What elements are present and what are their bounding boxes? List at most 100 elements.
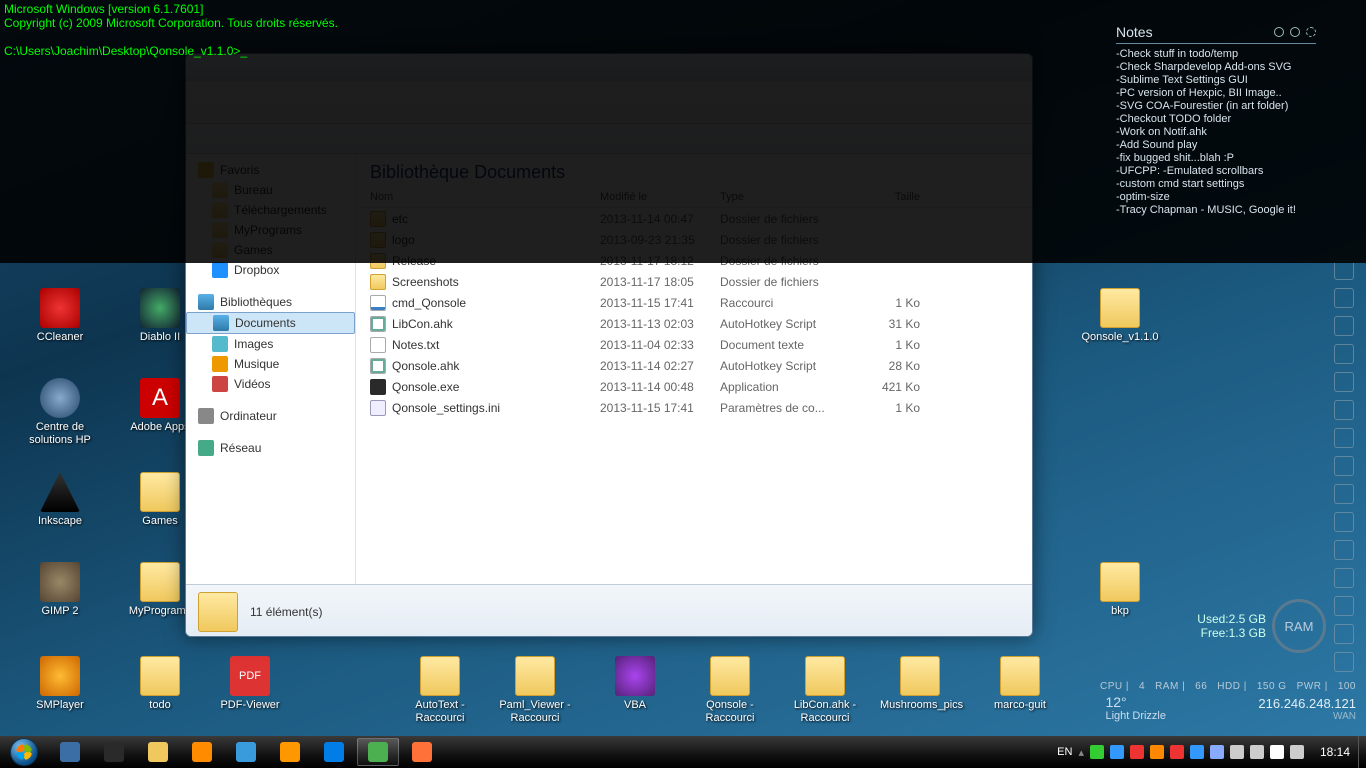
user-icon[interactable] xyxy=(1334,316,1354,336)
desktop-icon-ccleaner[interactable]: CCleaner xyxy=(20,288,100,344)
taskbar-pin-task-view[interactable] xyxy=(93,738,135,766)
file-type: Dossier de fichiers xyxy=(720,275,860,289)
app-icon[interactable] xyxy=(1334,568,1354,588)
tray-icon[interactable] xyxy=(1210,745,1224,759)
inkscape-icon xyxy=(40,472,80,512)
battery-icon[interactable] xyxy=(1290,745,1304,759)
notes-widget[interactable]: Notes -Check stuff in todo/temp-Check Sh… xyxy=(1116,24,1316,217)
nav-computer[interactable]: Ordinateur xyxy=(186,406,355,426)
vba-icon xyxy=(615,656,655,696)
desktop-icon-mushrooms[interactable]: Mushrooms_pics xyxy=(880,656,960,712)
file-row[interactable]: Qonsole.exe2013-11-14 00:48Application42… xyxy=(356,376,1032,397)
taskbar-clock[interactable]: 18:14 xyxy=(1312,745,1358,759)
file-row[interactable]: cmd_Qonsole2013-11-15 17:41Raccourci1 Ko xyxy=(356,292,1032,313)
settings-icon[interactable] xyxy=(1334,288,1354,308)
taskbar-pin-explorer[interactable] xyxy=(137,738,179,766)
desktop-icon-qonsole-shortcut[interactable]: Qonsole - Raccourci xyxy=(690,656,770,725)
file-row[interactable]: Qonsole_settings.ini2013-11-15 17:41Para… xyxy=(356,397,1032,418)
system-tray[interactable]: EN ▴ xyxy=(1049,745,1312,759)
notes-line: -Check Sharpdevelop Add-ons SVG xyxy=(1116,61,1316,74)
network-icon[interactable] xyxy=(1230,745,1244,759)
desktop-icon-smplayer[interactable]: SMPlayer xyxy=(20,656,100,712)
desktop-icon-paml[interactable]: Paml_Viewer - Raccourci xyxy=(495,656,575,725)
desktop-icon-autotext[interactable]: AutoText - Raccourci xyxy=(400,656,480,725)
weather-widget: 12° Light Drizzle xyxy=(1105,694,1166,722)
start-button[interactable] xyxy=(0,736,48,768)
app-icon[interactable] xyxy=(1334,540,1354,560)
app-icon[interactable] xyxy=(1334,596,1354,616)
nav-documents[interactable]: Documents xyxy=(186,312,355,334)
nav-network[interactable]: Réseau xyxy=(186,438,355,458)
nav-images[interactable]: Images xyxy=(186,334,355,354)
volume-icon[interactable] xyxy=(1250,745,1264,759)
taskbar-pin-itunes[interactable] xyxy=(225,738,267,766)
tray-icon[interactable] xyxy=(1110,745,1124,759)
circle-icon[interactable] xyxy=(1274,27,1284,37)
desktop-icon-vba[interactable]: VBA xyxy=(595,656,675,712)
file-type: Paramètres de co... xyxy=(720,401,860,415)
file-row[interactable]: Qonsole.ahk2013-11-14 02:27AutoHotkey Sc… xyxy=(356,355,1032,376)
tray-icon[interactable] xyxy=(1170,745,1184,759)
nav-music[interactable]: Musique xyxy=(186,354,355,374)
sublime-icon xyxy=(280,742,300,762)
desktop-icon-inkscape[interactable]: Inkscape xyxy=(20,472,100,528)
file-date: 2013-11-17 18:05 xyxy=(600,275,720,289)
tray-icon[interactable] xyxy=(1090,745,1104,759)
app-icon[interactable] xyxy=(1334,428,1354,448)
notes-controls[interactable] xyxy=(1274,27,1316,37)
desktop-icon-bkp[interactable]: bkp xyxy=(1080,562,1160,618)
language-indicator[interactable]: EN xyxy=(1057,746,1072,758)
show-desktop-button[interactable] xyxy=(1358,736,1366,768)
nav-videos[interactable]: Vidéos xyxy=(186,374,355,394)
tray-icon[interactable] xyxy=(1150,745,1164,759)
action-center-icon[interactable] xyxy=(1270,745,1284,759)
taskbar-pin-firefox[interactable] xyxy=(401,738,443,766)
file-row[interactable]: LibCon.ahk2013-11-13 02:03AutoHotkey Scr… xyxy=(356,313,1032,334)
gear-icon[interactable] xyxy=(1306,27,1316,37)
ram-widget: Used:2.5 GB Free:1.3 GB RAM xyxy=(1197,599,1326,653)
app-icon[interactable] xyxy=(1334,372,1354,392)
app-icon[interactable] xyxy=(1334,624,1354,644)
trash-icon[interactable] xyxy=(1334,652,1354,672)
tray-expand-icon[interactable]: ▴ xyxy=(1078,746,1084,759)
desktop-icon-gimp[interactable]: GIMP 2 xyxy=(20,562,100,618)
folder-icon xyxy=(900,656,940,696)
notes-line: -Add Sound play xyxy=(1116,139,1316,152)
taskbar-pin-dropbox[interactable] xyxy=(313,738,355,766)
app-icon[interactable] xyxy=(1334,456,1354,476)
file-name: Qonsole.ahk xyxy=(392,359,459,373)
taskbar-pin-show-desktop[interactable] xyxy=(49,738,91,766)
desktop-icon-marco[interactable]: marco-guit xyxy=(980,656,1060,712)
taskbar-pin-chrome[interactable] xyxy=(357,738,399,766)
notes-line: -fix bugged shit...blah :P xyxy=(1116,152,1316,165)
file-type: Application xyxy=(720,380,860,394)
circle-icon[interactable] xyxy=(1290,27,1300,37)
app-icon[interactable] xyxy=(1334,512,1354,532)
file-row[interactable]: Screenshots2013-11-17 18:05Dossier de fi… xyxy=(356,271,1032,292)
ram-ring-icon: RAM xyxy=(1272,599,1326,653)
desktop-icon-qonsole-folder[interactable]: Qonsole_v1.1.0 xyxy=(1080,288,1160,344)
app-icon[interactable] xyxy=(1334,400,1354,420)
notes-line: -Check stuff in todo/temp xyxy=(1116,48,1316,61)
rainmeter-sidebar[interactable] xyxy=(1334,260,1360,672)
taskbar[interactable]: EN ▴ 18:14 xyxy=(0,736,1366,768)
file-size: 28 Ko xyxy=(860,359,920,373)
taskbar-pin-sublime[interactable] xyxy=(269,738,311,766)
folder-icon xyxy=(370,274,386,290)
desktop-icon-hp[interactable]: Centre de solutions HP xyxy=(20,378,100,447)
nav-dropbox[interactable]: Dropbox xyxy=(186,260,355,280)
tray-icon[interactable] xyxy=(1130,745,1144,759)
desktop-icon-pdfviewer[interactable]: PDFPDF-Viewer xyxy=(210,656,290,712)
nav-libraries[interactable]: Bibliothèques xyxy=(186,292,355,312)
tray-icon[interactable] xyxy=(1190,745,1204,759)
power-icon[interactable] xyxy=(1334,260,1354,280)
windows-icon[interactable] xyxy=(1334,344,1354,364)
taskbar-pin-wmplayer[interactable] xyxy=(181,738,223,766)
lnk-icon xyxy=(370,295,386,311)
desktop-icon-libcon-shortcut[interactable]: LibCon.ahk - Raccourci xyxy=(785,656,865,725)
video-icon xyxy=(212,376,228,392)
app-icon[interactable] xyxy=(1334,484,1354,504)
file-row[interactable]: Notes.txt2013-11-04 02:33Document texte1… xyxy=(356,334,1032,355)
console-prompt[interactable]: C:\Users\Joachim\Desktop\Qonsole_v1.1.0>… xyxy=(4,44,247,58)
desktop-icon-todo[interactable]: todo xyxy=(120,656,200,712)
